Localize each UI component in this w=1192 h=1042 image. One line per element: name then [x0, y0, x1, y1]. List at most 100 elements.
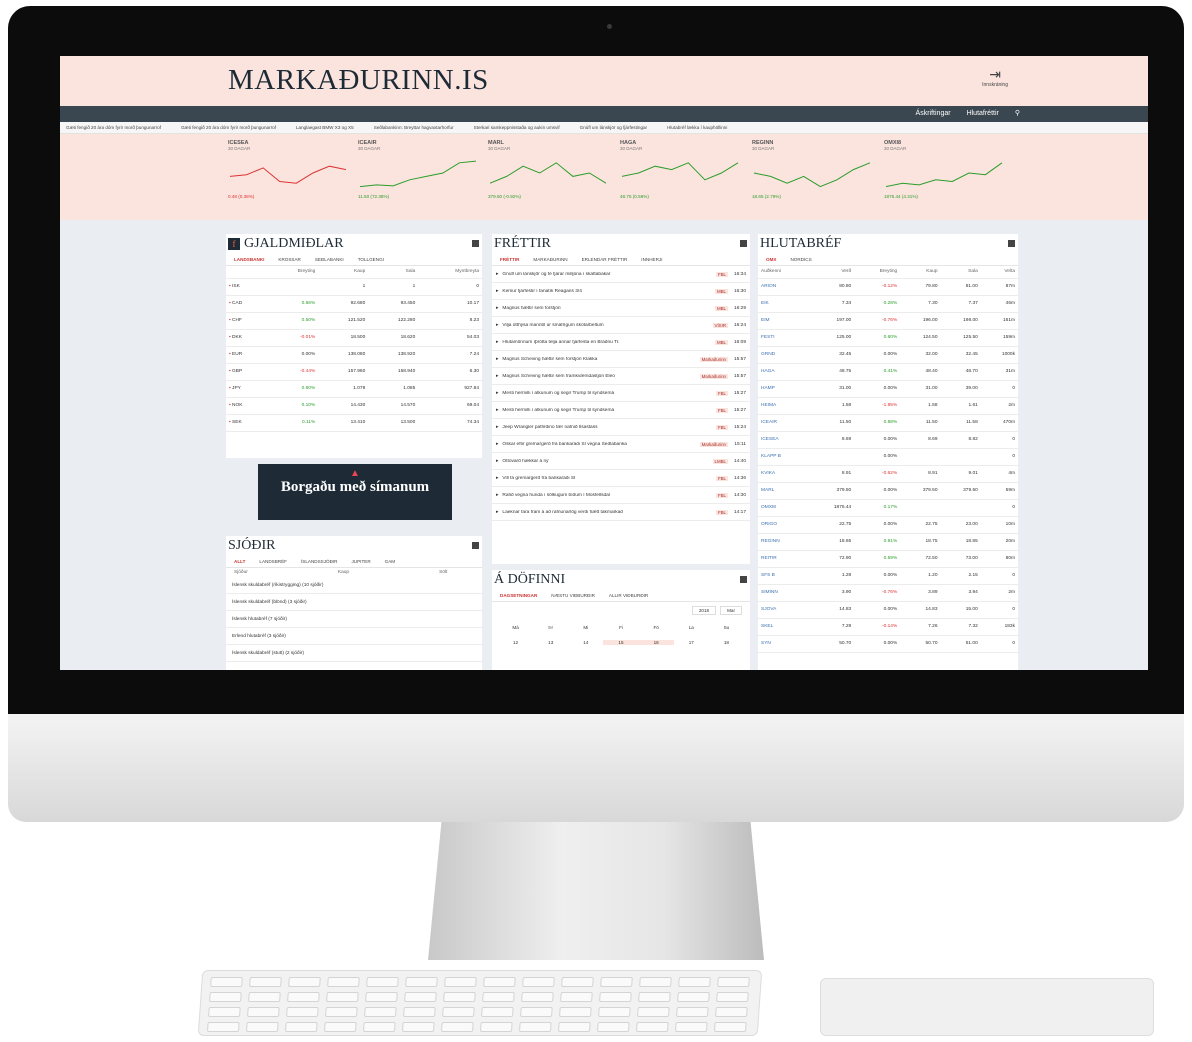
calendar-day[interactable]: 17 — [674, 640, 709, 645]
news-item[interactable]: ▸ Jeep Wrangler patfirðino fær nafnið Ils… — [492, 419, 750, 436]
stock-row[interactable]: KVIKA 8.91 -0.62% 8.91 9.01 4m — [758, 465, 1018, 483]
tab-omx[interactable]: OMX — [766, 257, 776, 262]
stock-row[interactable]: ARION 80.80 -0.12% 79.80 81.00 87m — [758, 278, 1018, 296]
close-icon[interactable] — [1008, 240, 1015, 247]
sparkline-card[interactable]: ICESEA 30 DAGAR 0.48 (0.38%) — [228, 140, 356, 214]
ticker-item[interactable]: Sterkari samkeppnisstaða og aukin umsvif — [474, 125, 560, 130]
ticker-item[interactable]: Langlaegast BMW X3 og X5 — [296, 125, 354, 130]
fund-category[interactable]: Íslensk skuldabréf (blönd) (3 sjóðir) — [226, 594, 482, 611]
news-item[interactable]: ▸ Magnús Scheving hættir sem framkvæmdast… — [492, 368, 750, 385]
news-item[interactable]: ▸ Mesti hermilli í atkunum og segir Trump… — [492, 402, 750, 419]
stock-symbol[interactable]: SYN — [758, 635, 809, 653]
nav-link-hlutafrettir[interactable]: Hlutafréttir — [967, 110, 999, 117]
tab-allt[interactable]: ALLT — [234, 559, 245, 564]
stock-symbol[interactable]: REGINN — [758, 533, 809, 551]
currency-converter[interactable]: 10.17 — [418, 295, 482, 313]
currency-row[interactable]: ▪ CAD 0.66% 92.680 93.450 10.17 — [226, 295, 482, 313]
close-icon[interactable] — [472, 240, 479, 247]
stock-symbol[interactable]: GRND — [758, 346, 809, 364]
stock-row[interactable]: GRND 32.45 0.00% 32.00 32.45 1000k — [758, 346, 1018, 364]
stock-symbol[interactable]: SFS B — [758, 567, 809, 585]
stock-row[interactable]: ICEAIR 11.50 0.88% 11.50 11.58 470m — [758, 414, 1018, 432]
calendar-day[interactable]: 15 — [603, 640, 639, 645]
currency-row[interactable]: ▪ NOK 0.10% 14.430 14.570 69.04 — [226, 397, 482, 415]
stock-symbol[interactable]: HAGA — [758, 363, 809, 381]
news-item[interactable]: ▸ Laeknar fara fram á að rafnunarlög verð… — [492, 504, 750, 521]
tab-markadurinn[interactable]: MARKAÐURINN — [533, 257, 567, 262]
stock-row[interactable]: HEIMA 1.58 -1.85% 1.58 1.61 2m — [758, 397, 1018, 415]
stock-row[interactable]: EIM 197.00 -0.76% 196.00 198.00 161m — [758, 312, 1018, 330]
stock-symbol[interactable]: OMXI8 — [758, 499, 809, 517]
year-select[interactable]: 2018 — [691, 606, 717, 615]
month-select[interactable]: Mar — [720, 606, 742, 615]
news-item[interactable]: ▸ Magnús hættir sem forstjóri MBL 16:29 — [492, 300, 750, 317]
sparkline-card[interactable]: ICEAIR 30 DAGAR 11.50 (72.38%) — [358, 140, 486, 214]
search-icon[interactable]: ⚲ — [1015, 109, 1020, 117]
ticker-item[interactable]: Gæti fengið 20 ára dóm fyrir morð þungun… — [66, 125, 161, 130]
currency-row[interactable]: ▪ EUR 0.00% 138.080 138.920 7.24 — [226, 346, 482, 364]
stock-symbol[interactable]: KVIKA — [758, 465, 809, 483]
news-item[interactable]: ▸ Rafið vegna hunda í sölkugum bíðum í Mo… — [492, 487, 750, 504]
currency-converter[interactable]: 6.30 — [418, 363, 482, 381]
stock-row[interactable]: HAGA 48.75 0.41% 48.40 48.70 31m — [758, 363, 1018, 381]
stock-symbol[interactable]: EIK — [758, 295, 809, 313]
calendar-day[interactable]: 13 — [533, 640, 568, 645]
ticker-item[interactable]: Hlutabréf lækka í kauphöllinni — [667, 125, 727, 130]
sparkline-card[interactable]: REGINN 30 DAGAR 18.65 (2.79%) — [752, 140, 880, 214]
currency-converter[interactable]: 0 — [418, 278, 482, 296]
currency-row[interactable]: ▪ GBP -0.44% 157.960 158.940 6.30 — [226, 363, 482, 381]
tab-naestu[interactable]: NÆSTU VIÐBURÐIR — [551, 593, 595, 598]
currency-row[interactable]: ▪ DKK -0.01% 18.500 18.620 54.03 — [226, 329, 482, 347]
stock-symbol[interactable]: KLAPP B — [758, 448, 809, 466]
calendar-day[interactable]: 16 — [638, 640, 674, 645]
stock-row[interactable]: EIK 7.34 0.28% 7.30 7.37 46m — [758, 295, 1018, 313]
stock-symbol[interactable]: SJOVA — [758, 601, 809, 619]
fund-category[interactable]: Erlend hlutabréf (3 sjóðir) — [226, 628, 482, 645]
currency-converter[interactable]: 54.03 — [418, 329, 482, 347]
stock-symbol[interactable]: EIM — [758, 312, 809, 330]
sparkline-card[interactable]: MARL 30 DAGAR 379.50 (-0.92%) — [488, 140, 616, 214]
calendar-day[interactable]: 14 — [568, 640, 603, 645]
currency-row[interactable]: ▪ SEK 0.11% 13.410 13.500 74.34 — [226, 414, 482, 432]
currency-row[interactable]: ▪ ISK 1 1 0 — [226, 278, 482, 296]
tab-dagsetningar[interactable]: DAGSETNINGAR — [500, 593, 537, 598]
stock-row[interactable]: SFS B 1.28 0.00% 1.20 2.15 0 — [758, 567, 1018, 585]
stock-symbol[interactable]: ICESEA — [758, 431, 809, 449]
stock-symbol[interactable]: FESTI — [758, 329, 809, 347]
news-item[interactable]: ▸ Hlutamönnum íþrótta telja annar fjárfes… — [492, 334, 750, 351]
stock-row[interactable]: REGINN 18.65 0.91% 18.75 18.85 20m — [758, 533, 1018, 551]
stock-symbol[interactable]: HAMP — [758, 380, 809, 398]
tab-sedlabanki[interactable]: SEÐLABANKI — [315, 257, 344, 262]
stock-symbol[interactable]: REITIR — [758, 550, 809, 568]
stock-row[interactable]: FESTI 125.00 0.60% 124.50 125.50 159m — [758, 329, 1018, 347]
tab-jupiter[interactable]: JUPITER — [352, 559, 371, 564]
tab-islandssjodir[interactable]: ÍSLANDSSJÓÐIR — [301, 559, 338, 564]
news-item[interactable]: ▸ Kemur fjárfestir í fanatík Reagans 3/4 M… — [492, 283, 750, 300]
nav-link-askriftir[interactable]: Áskriftingar — [916, 110, 951, 117]
tab-nordics[interactable]: NORDICS — [790, 257, 811, 262]
close-icon[interactable] — [472, 542, 479, 549]
ticker-item[interactable]: Gæti fengið 20 ára dóm fyrir morð þungun… — [181, 125, 276, 130]
stock-row[interactable]: HAMP 31.00 0.00% 31.00 39.00 0 — [758, 380, 1018, 398]
stock-symbol[interactable]: HEIMA — [758, 397, 809, 415]
news-item[interactable]: ▸ Gnúfl um lánskjör og fé fjárar milljóna… — [492, 266, 750, 283]
calendar-day[interactable]: 12 — [498, 640, 533, 645]
currency-converter[interactable]: 7.24 — [418, 346, 482, 364]
tab-gam[interactable]: GAM — [385, 559, 395, 564]
currency-converter[interactable]: 8.23 — [418, 312, 482, 330]
tab-landsbref[interactable]: LANDSBRÉF — [259, 559, 287, 564]
stock-symbol[interactable]: ICEAIR — [758, 414, 809, 432]
close-icon[interactable] — [740, 576, 747, 583]
fund-category[interactable]: Íslensk skuldabréf (stutt) (2 sjóðir) — [226, 645, 482, 662]
stock-row[interactable]: ICESEA 8.69 0.00% 8.69 8.82 0 — [758, 431, 1018, 449]
login-button[interactable]: ⇥ Innskráning — [982, 66, 1008, 88]
sparkline-card[interactable]: OMXI8 30 DAGAR 1875.44 (4.31%) — [884, 140, 1012, 214]
currency-converter[interactable]: 69.04 — [418, 397, 482, 415]
stock-row[interactable]: ORIGO 22.75 0.00% 22.75 23.00 10m — [758, 516, 1018, 534]
ad-banner[interactable]: ▲ Borgaðu með símanum — [258, 464, 452, 520]
stock-row[interactable]: MARL 379.50 0.00% 379.50 379.50 59m — [758, 482, 1018, 500]
site-logo[interactable]: MARKAÐURINN.IS — [228, 64, 489, 97]
news-item[interactable]: ▸ Vilja ótthýsa manntíl úr smáfrígum skót… — [492, 317, 750, 334]
news-item[interactable]: ▸ Óttóvarð hækkar á ný LMBL 14:40 — [492, 453, 750, 470]
stock-row[interactable]: SKEL 7.29 -0.14% 7.26 7.32 183k — [758, 618, 1018, 636]
